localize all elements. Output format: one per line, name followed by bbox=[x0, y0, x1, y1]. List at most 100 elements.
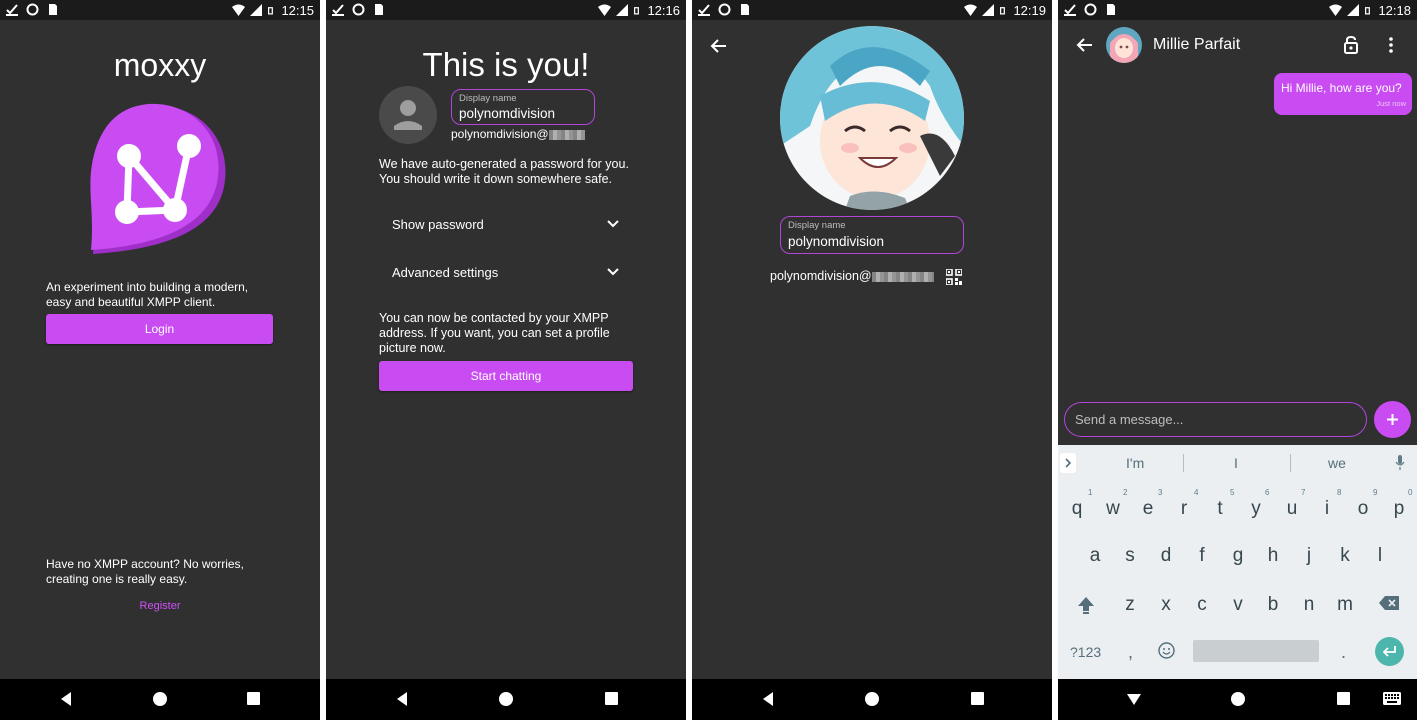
key-l[interactable]: l bbox=[1365, 545, 1395, 567]
key-m[interactable]: m bbox=[1330, 594, 1360, 616]
emoji-icon[interactable] bbox=[1158, 642, 1175, 659]
key-y[interactable]: y bbox=[1241, 498, 1271, 520]
start-chatting-button[interactable]: Start chatting bbox=[379, 361, 633, 391]
contact-note: You can now be contacted by your XMPP ad… bbox=[379, 311, 610, 355]
screen-chat: 12:18 Millie Parfait Hi Millie, how are … bbox=[1058, 0, 1417, 720]
home-circle-icon[interactable] bbox=[498, 691, 514, 707]
mic-icon[interactable] bbox=[1395, 455, 1405, 471]
keyboard-switch-icon[interactable] bbox=[1383, 692, 1401, 705]
key-w[interactable]: w bbox=[1098, 498, 1128, 520]
home-circle-icon[interactable] bbox=[864, 691, 880, 707]
avatar[interactable] bbox=[379, 86, 437, 144]
space-key[interactable] bbox=[1193, 640, 1319, 662]
key-i[interactable]: i bbox=[1312, 498, 1342, 520]
key-c[interactable]: c bbox=[1187, 594, 1217, 616]
back-triangle-icon[interactable] bbox=[59, 691, 73, 707]
comma-key[interactable]: , bbox=[1128, 642, 1133, 663]
jid-prefix: polynomdivision@ bbox=[770, 269, 872, 283]
key-g[interactable]: g bbox=[1223, 545, 1253, 567]
message-text: Hi Millie, how are you? bbox=[1281, 81, 1402, 95]
contact-avatar[interactable] bbox=[1106, 27, 1142, 63]
key-s[interactable]: s bbox=[1115, 545, 1145, 567]
screen-profile: 12:19 Display name polynomdivision polyn… bbox=[692, 0, 1052, 720]
qr-code-icon[interactable] bbox=[946, 269, 962, 285]
key-h[interactable]: h bbox=[1258, 545, 1288, 567]
moxxy-logo-icon bbox=[90, 103, 226, 254]
key-u[interactable]: u bbox=[1277, 498, 1307, 520]
key-x[interactable]: x bbox=[1151, 594, 1181, 616]
period-key[interactable]: . bbox=[1341, 642, 1346, 663]
signal-icon bbox=[1347, 4, 1360, 16]
key-e[interactable]: e bbox=[1133, 498, 1163, 520]
key-v[interactable]: v bbox=[1223, 594, 1253, 616]
lock-open-icon[interactable] bbox=[1344, 36, 1358, 54]
suggestion-1[interactable]: I'm bbox=[1126, 455, 1144, 471]
recents-square-icon[interactable] bbox=[971, 692, 984, 705]
chevron-down-icon bbox=[607, 268, 619, 276]
profile-avatar[interactable] bbox=[780, 26, 964, 210]
symbols-key[interactable]: ?123 bbox=[1070, 644, 1101, 660]
circle-icon bbox=[26, 3, 39, 16]
nav-down-chevron-icon[interactable] bbox=[1126, 692, 1142, 706]
message-input[interactable]: Send a message... bbox=[1064, 402, 1367, 437]
suggestion-3[interactable]: we bbox=[1328, 455, 1346, 471]
nav-bar bbox=[692, 679, 1052, 720]
enter-key[interactable] bbox=[1375, 637, 1404, 666]
suggestion-divider bbox=[1183, 454, 1184, 472]
advanced-settings-expander[interactable]: Advanced settings bbox=[379, 258, 619, 288]
key-hint: 7 bbox=[1301, 488, 1306, 497]
message-bubble[interactable]: Hi Millie, how are you? Just now bbox=[1274, 73, 1412, 115]
register-link[interactable]: Register bbox=[0, 600, 320, 612]
key-hint: 2 bbox=[1123, 488, 1128, 497]
home-circle-icon[interactable] bbox=[1230, 691, 1246, 707]
expand-chevron-icon[interactable] bbox=[1060, 453, 1076, 473]
key-p[interactable]: p bbox=[1384, 498, 1414, 520]
login-button[interactable]: Login bbox=[46, 314, 273, 344]
show-password-expander[interactable]: Show password bbox=[379, 210, 619, 240]
key-t[interactable]: t bbox=[1205, 498, 1235, 520]
display-name-field[interactable]: Display name polynomdivision bbox=[451, 89, 595, 125]
back-arrow-icon[interactable] bbox=[710, 38, 728, 54]
redacted-domain bbox=[548, 129, 585, 140]
back-triangle-icon[interactable] bbox=[761, 691, 775, 707]
key-j[interactable]: j bbox=[1294, 545, 1324, 567]
suggestion-2[interactable]: I bbox=[1234, 455, 1238, 471]
key-d[interactable]: d bbox=[1151, 545, 1181, 567]
sd-card-icon bbox=[741, 4, 749, 15]
password-note: We have auto-generated a password for yo… bbox=[379, 157, 629, 186]
contact-name[interactable]: Millie Parfait bbox=[1153, 36, 1240, 54]
key-q[interactable]: q bbox=[1062, 498, 1092, 520]
key-z[interactable]: z bbox=[1115, 594, 1145, 616]
more-vert-icon[interactable] bbox=[1388, 37, 1394, 53]
key-f[interactable]: f bbox=[1187, 545, 1217, 567]
back-arrow-icon[interactable] bbox=[1076, 37, 1094, 53]
circle-icon bbox=[352, 3, 365, 16]
key-n[interactable]: n bbox=[1294, 594, 1324, 616]
screen-registration: 12:16 This is you! Display name polynomd… bbox=[326, 0, 686, 720]
keyboard: I'm I we q w e r t y u i o p 1 2 3 4 5 6… bbox=[1058, 445, 1417, 679]
key-o[interactable]: o bbox=[1348, 498, 1378, 520]
check-download-icon bbox=[6, 4, 18, 16]
key-k[interactable]: k bbox=[1330, 545, 1360, 567]
show-password-label: Show password bbox=[392, 217, 484, 232]
back-triangle-icon[interactable] bbox=[395, 691, 409, 707]
recents-square-icon[interactable] bbox=[1337, 692, 1350, 705]
add-button[interactable] bbox=[1374, 401, 1411, 438]
shift-icon[interactable] bbox=[1076, 595, 1096, 615]
key-r[interactable]: r bbox=[1169, 498, 1199, 520]
battery-icon bbox=[1365, 7, 1371, 15]
check-download-icon bbox=[698, 4, 710, 16]
recents-square-icon[interactable] bbox=[605, 692, 618, 705]
page-title: This is you! bbox=[422, 46, 590, 83]
backspace-icon[interactable] bbox=[1378, 595, 1400, 611]
nav-bar bbox=[0, 679, 320, 720]
recents-square-icon[interactable] bbox=[247, 692, 260, 705]
clock: 12:16 bbox=[647, 3, 680, 18]
key-b[interactable]: b bbox=[1258, 594, 1288, 616]
jid-text: polynomdivision@ bbox=[451, 127, 585, 142]
key-a[interactable]: a bbox=[1080, 545, 1110, 567]
signal-icon bbox=[982, 4, 995, 16]
sd-card-icon bbox=[1107, 4, 1115, 15]
display-name-field[interactable]: Display name polynomdivision bbox=[780, 216, 964, 254]
home-circle-icon[interactable] bbox=[152, 691, 168, 707]
